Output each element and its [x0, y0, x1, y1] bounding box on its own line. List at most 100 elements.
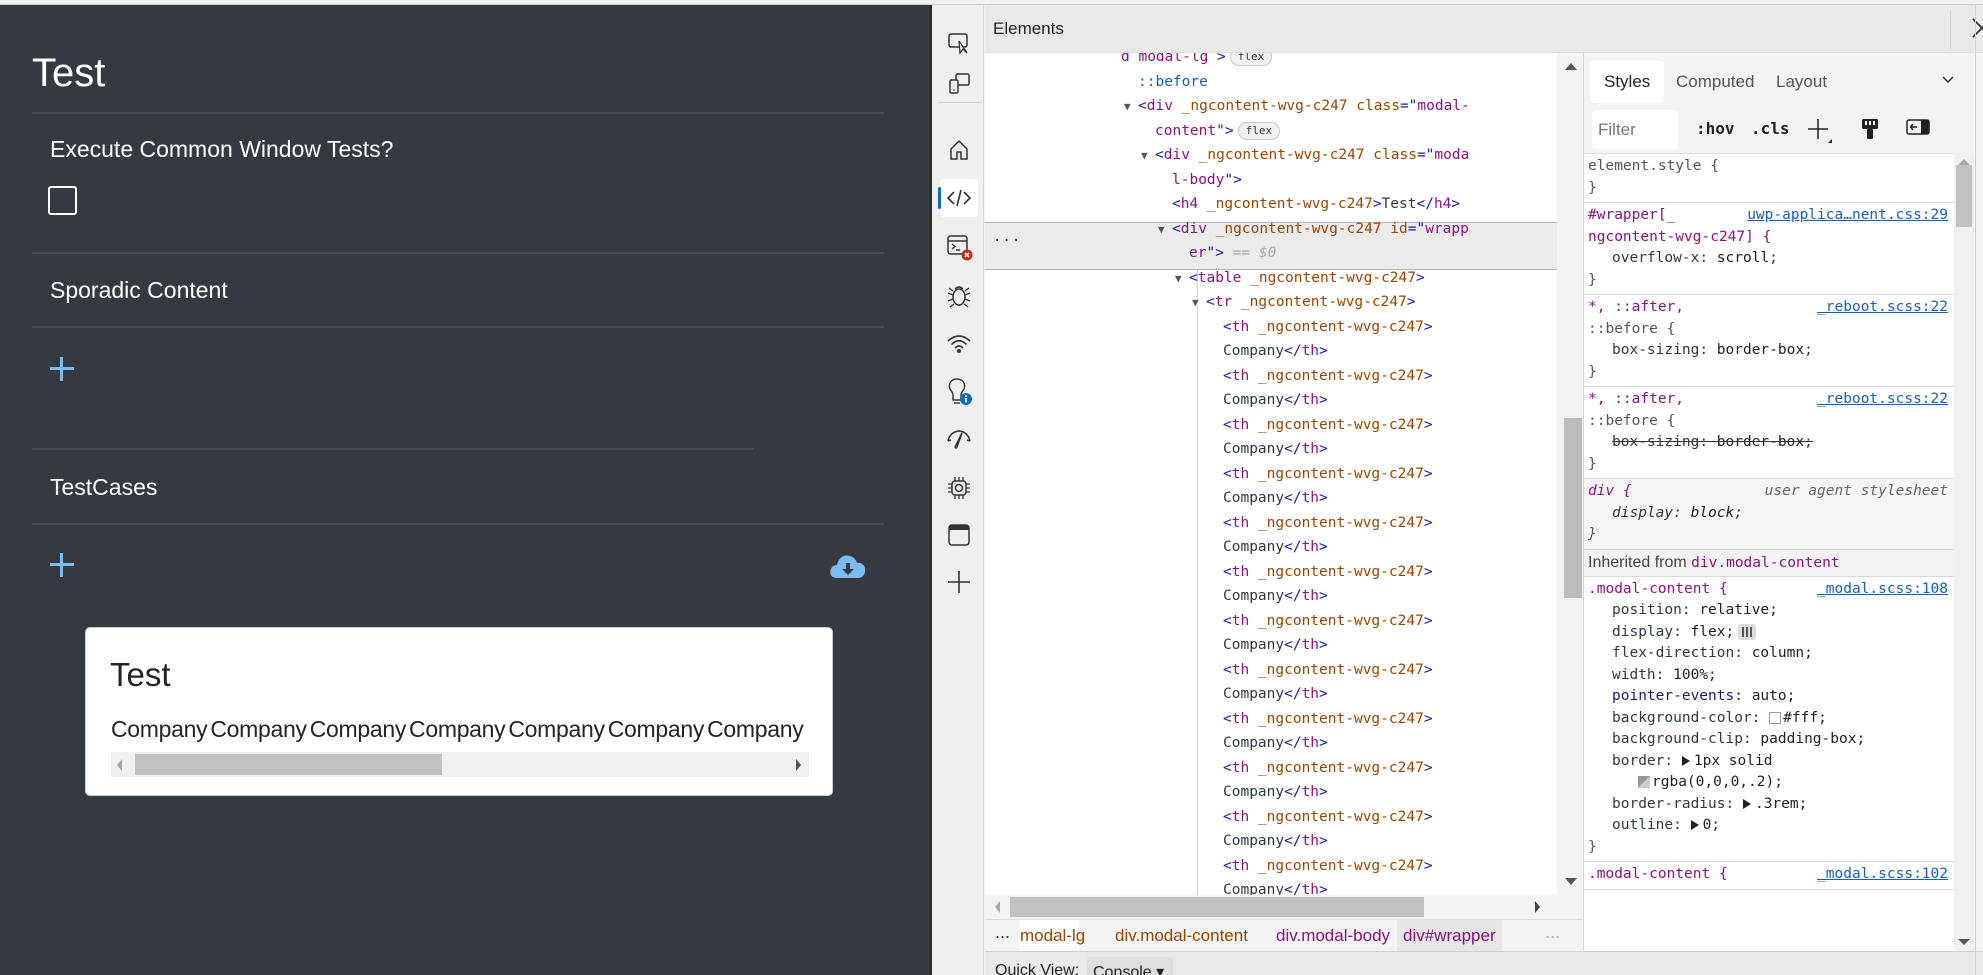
dom-node-text[interactable]: Company</th>	[1223, 633, 1328, 657]
dom-node-text[interactable]: Company</th>	[1223, 388, 1328, 412]
dom-node-text[interactable]: Company</th>	[1223, 682, 1328, 706]
close-devtools-button[interactable]	[1970, 16, 1983, 40]
dom-node-line[interactable]: l-body">	[1172, 168, 1242, 192]
style-property[interactable]: display: flex;	[1588, 622, 1950, 644]
scrollbar-thumb[interactable]	[1956, 165, 1972, 227]
style-property[interactable]: background-color: #fff;	[1588, 708, 1950, 730]
flex-badge[interactable]: flex	[1229, 53, 1273, 66]
style-rule[interactable]: element.style { }	[1584, 154, 1954, 203]
dom-node-line[interactable]: ▼ <table _ngcontent-wvg-c247>	[1175, 266, 1425, 290]
class-toggle-button[interactable]: .cls	[1751, 119, 1790, 138]
style-rule-user-agent[interactable]: user agent stylesheet div { display: blo…	[1584, 479, 1954, 550]
tab-layout[interactable]: Layout	[1762, 61, 1841, 103]
add-sporadic-content-button[interactable]	[50, 357, 74, 381]
dom-node-line[interactable]: ▼ <div _ngcontent-wvg-c247 class="moda	[1141, 143, 1469, 167]
breadcrumb-item-selected[interactable]: div#wrapper	[1397, 920, 1502, 952]
dom-node-line[interactable]: d modal-lg > flex	[1121, 53, 1273, 69]
style-property[interactable]: outline: 0;	[1588, 815, 1950, 837]
color-format-paint-icon[interactable]	[1859, 117, 1883, 141]
style-rule[interactable]: _reboot.scss:22 *, ::after, ::before { b…	[1584, 295, 1954, 387]
download-testcases-button[interactable]	[828, 552, 868, 582]
dom-node-line[interactable]: content"> flex	[1155, 119, 1281, 143]
style-property[interactable]: pointer-events: auto;	[1588, 686, 1950, 708]
dom-node-line[interactable]: <th _ngcontent-wvg-c247>	[1223, 609, 1433, 633]
dom-node-line[interactable]: <th _ngcontent-wvg-c247>	[1223, 756, 1433, 780]
new-style-rule-icon[interactable]	[1806, 117, 1832, 143]
add-testcase-button[interactable]	[50, 553, 74, 577]
flexbox-editor-icon[interactable]	[1738, 623, 1757, 640]
dom-node-line[interactable]: ▼ <div _ngcontent-wvg-c247 id="wrapp	[1158, 217, 1469, 241]
inherited-from-link[interactable]: div.modal-content	[1691, 555, 1839, 571]
dom-tree-vertical-scrollbar[interactable]	[1557, 53, 1584, 895]
breadcrumb-overflow-right[interactable]: ...	[1545, 922, 1560, 943]
expand-triangle-icon[interactable]: ▼	[1141, 144, 1155, 168]
style-property[interactable]: border-radius: .3rem;	[1588, 794, 1950, 816]
common-window-tests-checkbox[interactable]	[48, 186, 77, 215]
expand-shorthand-icon[interactable]	[1742, 798, 1751, 809]
dom-node-line[interactable]: ▼ <tr _ngcontent-wvg-c247>	[1192, 290, 1416, 314]
breadcrumb-item[interactable]: div.modal-content	[1115, 926, 1248, 946]
dom-node-line[interactable]: er"> == $0	[1189, 241, 1276, 265]
scroll-down-arrow[interactable]	[1958, 939, 1970, 945]
console-icon[interactable]	[940, 228, 978, 266]
welcome-home-icon[interactable]	[940, 131, 978, 169]
scrollbar-thumb[interactable]	[1010, 897, 1424, 917]
dom-node-line[interactable]: <th _ngcontent-wvg-c247>	[1223, 413, 1433, 437]
rule-source-link[interactable]: _reboot.scss:22	[1817, 297, 1948, 319]
dom-node-line[interactable]: <th _ngcontent-wvg-c247>	[1223, 511, 1433, 535]
breadcrumb-item[interactable]: div.modal-body	[1276, 926, 1390, 946]
rule-source-link[interactable]: _modal.scss:102	[1817, 864, 1948, 886]
dom-node-line[interactable]: <th _ngcontent-wvg-c247>	[1223, 854, 1433, 878]
style-property[interactable]: background-clip: padding-box;	[1588, 729, 1950, 751]
style-property[interactable]: border: 1px solid	[1588, 751, 1950, 773]
dom-node-text[interactable]: Company</th>	[1223, 780, 1328, 804]
more-tools-plus-icon[interactable]	[940, 563, 978, 601]
scroll-left-arrow[interactable]	[995, 901, 1000, 913]
application-icon[interactable]	[940, 516, 978, 554]
style-rule[interactable]: _modal.scss:102 .modal-content {	[1584, 862, 1954, 890]
dom-node-line[interactable]: <th _ngcontent-wvg-c247>	[1223, 707, 1433, 731]
style-property[interactable]: width: 100%;	[1588, 665, 1950, 687]
inspect-element-icon[interactable]	[940, 24, 978, 62]
tab-styles[interactable]: Styles	[1590, 61, 1665, 103]
breadcrumb-item[interactable]: modal-lg	[1020, 926, 1085, 946]
dom-node-line[interactable]: ▼ <div _ngcontent-wvg-c247 class="modal-	[1124, 94, 1470, 118]
dom-node-line[interactable]: <th _ngcontent-wvg-c247>	[1223, 315, 1433, 339]
rule-source-link[interactable]: uwp-applica…nent.css:29	[1747, 205, 1948, 227]
dom-node-line[interactable]: <th _ngcontent-wvg-c247>	[1223, 658, 1433, 682]
scrollbar-thumb[interactable]	[1564, 418, 1582, 598]
scroll-right-arrow[interactable]	[796, 759, 801, 771]
color-swatch[interactable]	[1638, 776, 1650, 788]
expand-shorthand-icon[interactable]	[1690, 820, 1699, 830]
dom-node-text[interactable]: Company</th>	[1223, 829, 1328, 853]
expand-triangle-icon[interactable]: ▼	[1192, 291, 1206, 315]
scrollbar-thumb[interactable]	[135, 754, 442, 775]
dom-node-text[interactable]: Company</th>	[1223, 878, 1328, 895]
node-actions-ellipsis[interactable]: ...	[993, 229, 1021, 245]
issues-icon[interactable]	[940, 372, 978, 410]
dom-node-line[interactable]: <th _ngcontent-wvg-c247>	[1223, 560, 1433, 584]
dom-node-line[interactable]: <th _ngcontent-wvg-c247>	[1223, 805, 1433, 829]
style-rule[interactable]: uwp-applica…nent.css:29 #wrapper[_ ngcon…	[1584, 203, 1954, 295]
dom-node-text[interactable]: Company</th>	[1223, 731, 1328, 755]
dom-node-line[interactable]: <h4 _ngcontent-wvg-c247>Test</h4>	[1172, 192, 1460, 216]
performance-icon[interactable]	[940, 420, 978, 458]
rule-source-link[interactable]: _reboot.scss:22	[1817, 389, 1948, 411]
dom-node-text[interactable]: Company</th>	[1223, 486, 1328, 510]
sources-bug-icon[interactable]	[940, 276, 978, 314]
color-swatch[interactable]	[1769, 711, 1782, 724]
flex-badge[interactable]: flex	[1237, 121, 1281, 140]
dom-node-line[interactable]: <th _ngcontent-wvg-c247>	[1223, 364, 1433, 388]
dom-node-text[interactable]: Company</th>	[1223, 437, 1328, 461]
expand-triangle-icon[interactable]: ▼	[1124, 95, 1138, 119]
style-property[interactable]: flex-direction: column;	[1588, 643, 1950, 665]
scroll-down-arrow[interactable]	[1565, 878, 1577, 885]
dom-node-line[interactable]: ::before	[1138, 70, 1208, 94]
dom-tree-horizontal-scrollbar[interactable]	[985, 895, 1585, 919]
dom-node-line[interactable]: <th _ngcontent-wvg-c247>	[1223, 462, 1433, 486]
breadcrumb-overflow-left[interactable]: ...	[995, 922, 1010, 943]
overridden-style-property[interactable]: box-sizing: border-box;	[1588, 432, 1950, 454]
rule-source-link[interactable]: _modal.scss:108	[1817, 579, 1948, 601]
network-icon[interactable]	[940, 325, 978, 363]
styles-filter-input[interactable]	[1592, 110, 1678, 149]
